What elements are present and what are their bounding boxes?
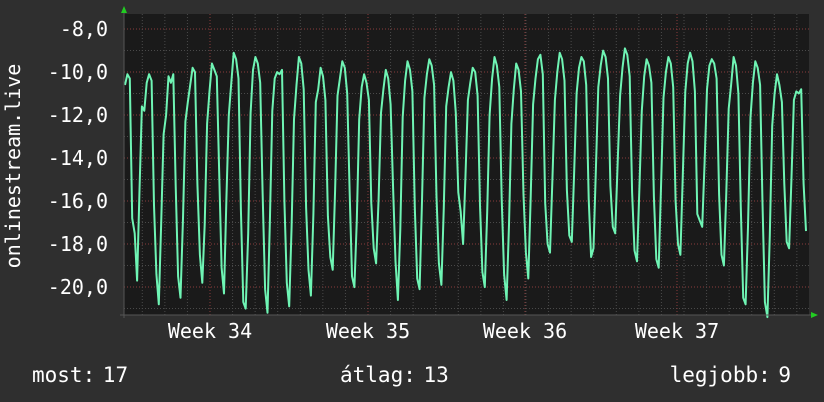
- x-tick-label: Week 36: [483, 319, 567, 343]
- y-tick-label: -10,0: [48, 60, 108, 84]
- stat-best-value: 9: [778, 363, 791, 387]
- y-axis-ticks: -8,0 -10,0 -12,0 -14,0 -16,0 -18,0 -20,0: [48, 17, 108, 299]
- x-tick-label: Week 34: [168, 319, 252, 343]
- chart: -8,0 -10,0 -12,0 -14,0 -16,0 -18,0 -20,0 Week …: [1, 6, 818, 343]
- y-tick-label: -8,0: [60, 17, 108, 41]
- y-tick-label: -20,0: [48, 275, 108, 299]
- y-tick-label: -12,0: [48, 103, 108, 127]
- stat-best: legjobb: 9: [670, 362, 791, 388]
- stat-current-label: most:: [32, 363, 96, 387]
- x-axis-arrow: [811, 312, 818, 318]
- x-axis-ticks: Week 34 Week 35 Week 36 Week 37: [168, 319, 719, 343]
- y-axis-arrow: [121, 6, 127, 13]
- stat-current-value: 17: [102, 363, 129, 387]
- stat-average-value: 13: [423, 363, 449, 387]
- y-axis-label: onlinestream.live: [1, 64, 25, 269]
- stat-average: átlag: 13: [340, 362, 449, 388]
- stat-best-label: legjobb:: [669, 363, 771, 387]
- y-tick-label: -14,0: [48, 146, 108, 170]
- x-tick-label: Week 35: [326, 319, 410, 343]
- x-tick-label: Week 37: [635, 319, 719, 343]
- y-tick-label: -16,0: [48, 189, 108, 213]
- stat-average-label: átlag:: [340, 363, 416, 387]
- stat-current: most: 17: [32, 362, 128, 388]
- y-tick-label: -18,0: [48, 232, 108, 256]
